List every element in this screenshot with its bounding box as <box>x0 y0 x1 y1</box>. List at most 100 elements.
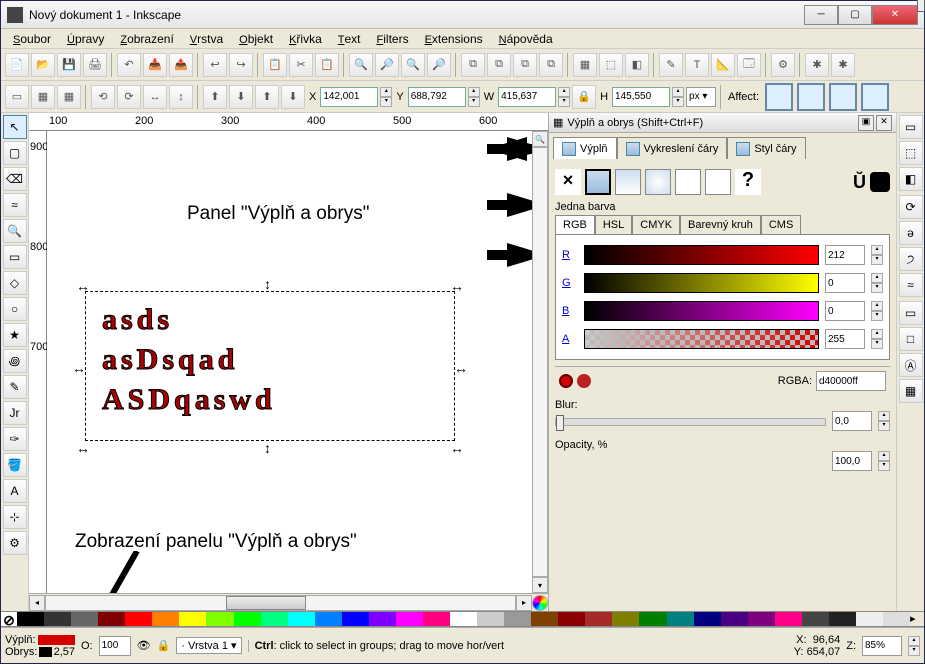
colormode-tab-barevný kruh[interactable]: Barevný kruh <box>680 215 761 234</box>
toolbar-button[interactable]: ⟳ <box>117 85 141 109</box>
dialog-minimize-button[interactable]: ▣ <box>858 115 874 131</box>
handle-se[interactable]: ↔ <box>450 440 464 454</box>
toolbar-button[interactable]: 🔍 <box>349 53 373 77</box>
menu-objekt[interactable]: Objekt <box>231 30 281 48</box>
stroke-swatch[interactable] <box>39 647 51 657</box>
swatch-ring-icon[interactable] <box>559 374 573 388</box>
palette-swatch[interactable] <box>206 612 233 626</box>
channel-slider-r[interactable] <box>584 245 819 265</box>
spinner[interactable]: ▴▾ <box>871 301 883 321</box>
dialog-close-button[interactable]: ✕ <box>876 115 892 131</box>
toolbar-button[interactable]: ✱ <box>831 53 855 77</box>
colormode-tab-hsl[interactable]: HSL <box>595 215 632 234</box>
palette-swatch[interactable] <box>98 612 125 626</box>
affect-button-0[interactable] <box>765 83 793 111</box>
toolbar-button[interactable]: ▦ <box>31 85 55 109</box>
palette-swatch[interactable] <box>315 612 342 626</box>
lock-icon[interactable]: 🔒 <box>157 639 171 652</box>
scrollbar-thumb[interactable] <box>226 596 306 610</box>
tool-left-6[interactable]: ◇ <box>3 271 27 295</box>
tool-right-11[interactable]: Ⓐ <box>899 353 923 377</box>
toolbar-button[interactable]: ⬚ <box>599 53 623 77</box>
handle-ne[interactable]: ↔ <box>450 278 464 292</box>
handle-n[interactable]: ↕ <box>264 276 278 290</box>
toolbar-button[interactable]: 📂 <box>31 53 55 77</box>
palette-swatch[interactable] <box>450 612 477 626</box>
spinner[interactable]: ▴▾ <box>380 87 392 107</box>
toolbar-button[interactable]: ⬇ <box>229 85 253 109</box>
tool-left-12[interactable]: ✑ <box>3 427 27 451</box>
tool-left-2[interactable]: ⌫ <box>3 167 27 191</box>
scroll-right-button[interactable]: ▸ <box>516 595 532 611</box>
opacity-spinner[interactable]: ▴▾ <box>878 451 890 471</box>
palette-swatch[interactable] <box>396 612 423 626</box>
palette-swatch[interactable] <box>775 612 802 626</box>
palette-swatch[interactable] <box>125 612 152 626</box>
tool-right-9[interactable]: ▭ <box>899 301 923 325</box>
tool-right-4[interactable]: ⟳ <box>899 195 923 219</box>
palette-swatch[interactable] <box>612 612 639 626</box>
coord-input-h[interactable] <box>612 87 670 107</box>
text-object-3[interactable]: ASDqaswd <box>102 383 276 417</box>
fill-stroke-indicator[interactable]: Výplň: Obrys:2,57 <box>5 634 75 658</box>
opacity-input[interactable] <box>832 451 872 471</box>
palette-swatch[interactable] <box>694 612 721 626</box>
toolbar-button[interactable]: ↔ <box>143 85 167 109</box>
channel-slider-a[interactable] <box>584 329 819 349</box>
toolbar-button[interactable]: 🔎 <box>375 53 399 77</box>
paint-pattern-button[interactable] <box>675 169 701 195</box>
status-zoom-input[interactable] <box>862 636 902 656</box>
tool-right-12[interactable]: ▦ <box>899 379 923 403</box>
scroll-left-button[interactable]: ◂ <box>29 595 45 611</box>
menu-úpravy[interactable]: Úpravy <box>59 30 112 48</box>
coord-input-x[interactable] <box>320 87 378 107</box>
blur-spinner[interactable]: ▴▾ <box>878 411 890 431</box>
toolbar-button[interactable]: ⚙ <box>771 53 795 77</box>
scrollbar-vertical[interactable] <box>532 147 548 577</box>
dialog-tab-2[interactable]: Styl čáry <box>727 137 805 159</box>
tool-right-6[interactable]: ੭ <box>899 247 923 271</box>
paint-radial-button[interactable] <box>645 169 671 195</box>
toolbar-button[interactable]: ◧ <box>625 53 649 77</box>
channel-input-g[interactable] <box>825 273 865 293</box>
toolbar-button[interactable]: 🔎 <box>427 53 451 77</box>
menu-vrstva[interactable]: Vrstva <box>182 30 231 48</box>
menu-filters[interactable]: Filters <box>369 30 417 48</box>
affect-button-2[interactable] <box>829 83 857 111</box>
toolbar-button[interactable]: 📄 <box>5 53 29 77</box>
toolbar-button[interactable]: ⧉ <box>513 53 537 77</box>
palette-swatch[interactable] <box>585 612 612 626</box>
toolbar-button[interactable]: ⧉ <box>461 53 485 77</box>
maximize-button[interactable]: ▢ <box>838 5 872 25</box>
palette-swatch[interactable] <box>261 612 288 626</box>
canvas[interactable]: Panel "Výplň a obrys" ↔ ↕ ↔ ↔ ↔ ↔ ↕ ↔ <box>47 131 532 593</box>
status-opacity-input[interactable] <box>99 636 131 656</box>
text-object-2[interactable]: asDsqad <box>102 343 238 377</box>
colormode-tab-rgb[interactable]: RGB <box>555 215 595 234</box>
handle-w[interactable]: ↔ <box>72 360 86 374</box>
close-button[interactable]: ✕ <box>872 5 918 25</box>
tool-right-2[interactable]: ◧ <box>899 167 923 191</box>
tool-left-1[interactable]: ▢ <box>3 141 27 165</box>
menu-text[interactable]: Text <box>330 30 369 48</box>
toolbar-button[interactable]: ▭ <box>5 85 29 109</box>
palette-swatch[interactable] <box>152 612 179 626</box>
palette-swatch[interactable] <box>829 612 856 626</box>
toolbar-button[interactable]: 📋 <box>315 53 339 77</box>
tool-right-10[interactable]: □ <box>899 327 923 351</box>
handle-s[interactable]: ↕ <box>264 440 278 454</box>
tool-left-10[interactable]: ✎ <box>3 375 27 399</box>
eye-icon[interactable]: 👁 <box>137 639 151 652</box>
tool-left-11[interactable]: Jr <box>3 401 27 425</box>
menu-nápověda[interactable]: Nápověda <box>491 30 561 48</box>
paint-flat-button[interactable] <box>585 169 611 195</box>
palette-swatch[interactable] <box>234 612 261 626</box>
palette-swatch[interactable] <box>44 612 71 626</box>
tool-left-8[interactable]: ★ <box>3 323 27 347</box>
toolbar-button[interactable]: ✂ <box>289 53 313 77</box>
toolbar-button[interactable]: 📤 <box>169 53 193 77</box>
channel-input-a[interactable] <box>825 329 865 349</box>
coord-input-y[interactable] <box>408 87 466 107</box>
paint-linear-button[interactable] <box>615 169 641 195</box>
scrollbar-horizontal[interactable] <box>45 595 516 611</box>
